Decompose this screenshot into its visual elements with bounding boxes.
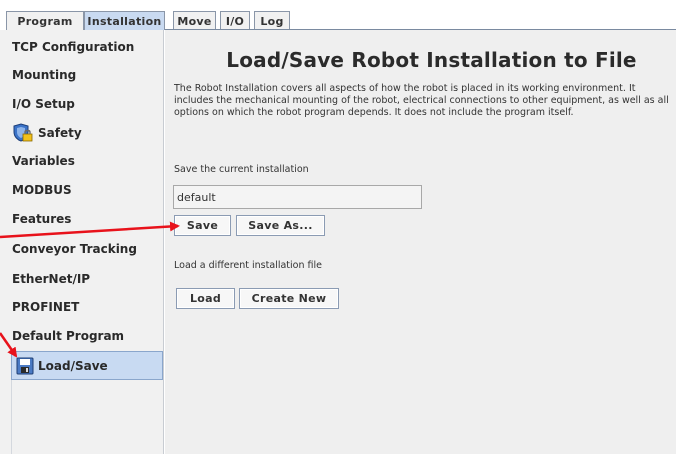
sidebar-item-conveyor-tracking[interactable]: Conveyor Tracking xyxy=(10,235,163,263)
sidebar-item-label: Conveyor Tracking xyxy=(12,242,137,256)
sidebar-item-profinet[interactable]: PROFINET xyxy=(10,293,163,321)
sidebar-item-ethernet-ip[interactable]: EtherNet/IP xyxy=(10,265,163,293)
sidebar-item-load-save[interactable]: Load/Save xyxy=(11,351,163,380)
create-new-button[interactable]: Create New xyxy=(239,288,339,309)
safety-shield-lock-icon xyxy=(12,123,34,143)
sidebar-item-mounting[interactable]: Mounting xyxy=(10,61,163,89)
page-title: Load/Save Robot Installation to File xyxy=(226,48,637,72)
sidebar-item-safety[interactable]: Safety xyxy=(10,119,163,147)
save-button[interactable]: Save xyxy=(174,215,231,236)
sidebar-divider xyxy=(11,380,12,454)
load-save-panel: Load/Save Robot Installation to File The… xyxy=(165,30,676,454)
sidebar-item-label: Load/Save xyxy=(38,358,108,373)
installation-sidebar: TCP Configuration Mounting I/O Setup Saf… xyxy=(0,30,164,454)
sidebar-item-label: Variables xyxy=(12,154,75,168)
sidebar-item-label: Default Program xyxy=(12,329,125,343)
sidebar-item-label: I/O Setup xyxy=(12,97,75,111)
sidebar-item-label: PROFINET xyxy=(12,300,80,314)
sidebar-item-label: Mounting xyxy=(12,68,77,82)
sidebar-item-label: Features xyxy=(12,212,72,226)
sidebar-item-tcp-configuration[interactable]: TCP Configuration xyxy=(10,33,163,61)
tab-move[interactable]: Move xyxy=(173,11,216,30)
tab-installation[interactable]: Installation xyxy=(84,11,165,30)
sidebar-item-io-setup[interactable]: I/O Setup xyxy=(10,90,163,118)
installation-name-field[interactable] xyxy=(173,185,422,209)
load-button[interactable]: Load xyxy=(176,288,235,309)
sidebar-item-modbus[interactable]: MODBUS xyxy=(10,176,163,204)
sidebar-item-label: MODBUS xyxy=(12,183,72,197)
installation-description: The Robot Installation covers all aspect… xyxy=(174,83,669,118)
sidebar-item-default-program[interactable]: Default Program xyxy=(10,322,163,350)
sidebar-item-label: Safety xyxy=(38,126,82,140)
save-section-label: Save the current installation xyxy=(174,164,309,175)
tab-program[interactable]: Program xyxy=(6,11,84,30)
tab-log[interactable]: Log xyxy=(254,11,290,30)
tab-bar: Program Installation Move I/O Log xyxy=(0,0,676,30)
sidebar-item-label: EtherNet/IP xyxy=(12,272,91,286)
save-as-button[interactable]: Save As... xyxy=(236,215,325,236)
tab-io[interactable]: I/O xyxy=(220,11,250,30)
sidebar-item-label: TCP Configuration xyxy=(12,40,135,54)
load-section-label: Load a different installation file xyxy=(174,260,322,271)
floppy-disk-icon xyxy=(16,357,34,375)
sidebar-item-variables[interactable]: Variables xyxy=(10,147,163,175)
sidebar-item-features[interactable]: Features xyxy=(10,205,163,233)
